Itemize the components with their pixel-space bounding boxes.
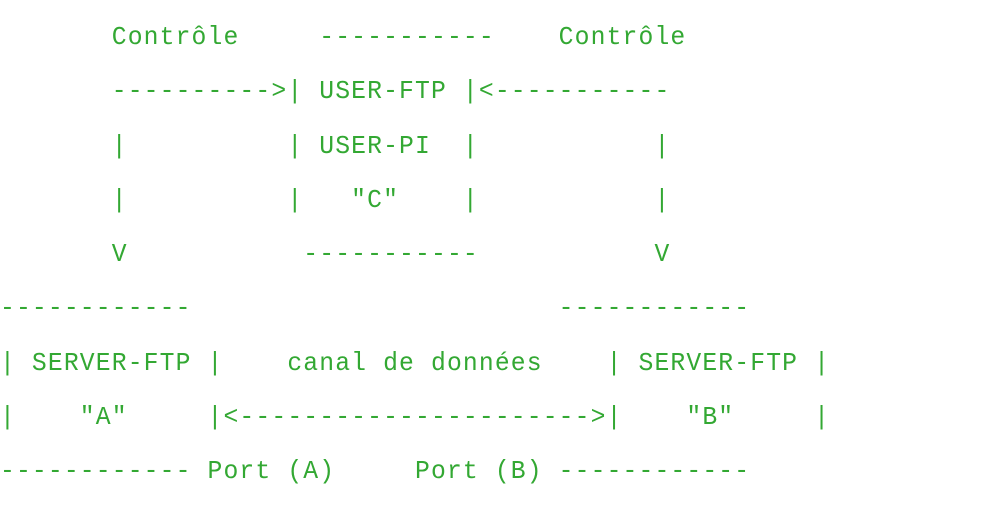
diagram-line-ports: ------------ Port (A) Port (B) ---------… <box>0 456 751 487</box>
diagram-line-client-c: | | "C" | | <box>0 184 671 215</box>
diagram-line-user-pi: | | USER-PI | | <box>0 130 671 161</box>
diagram-line-arrows-down: V ----------- V <box>0 239 671 270</box>
diagram-line-user-ftp: ---------->| USER-FTP |<----------- <box>0 76 671 107</box>
diagram-line-server-tops: ------------ ------------ <box>0 293 751 324</box>
diagram-line-server-ftp-labels: | SERVER-FTP | canal de données | SERVER… <box>0 347 831 378</box>
ftp-ascii-diagram: Contrôle ----------- Contrôle ----------… <box>0 10 830 499</box>
diagram-line-control-labels: Contrôle ----------- Contrôle <box>0 22 687 52</box>
diagram-line-data-channel: | "A" |<---------------------->| "B" | <box>0 402 831 433</box>
